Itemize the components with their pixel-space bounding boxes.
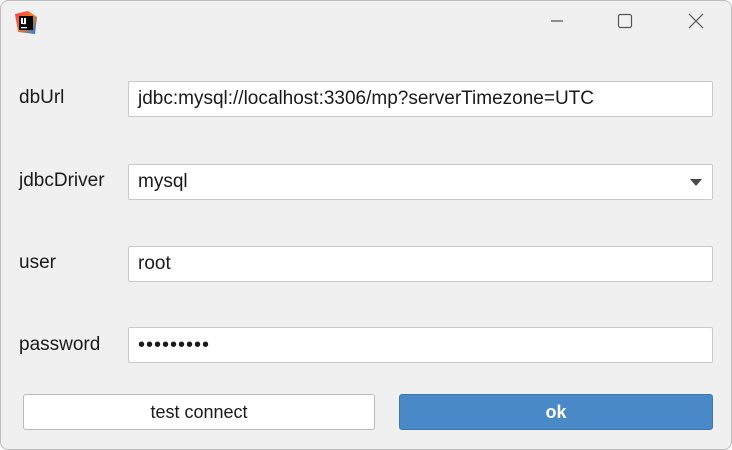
minimize-button[interactable] <box>534 5 580 41</box>
jdbc-driver-selected-value: mysql <box>138 171 188 192</box>
chevron-down-icon[interactable] <box>690 179 702 186</box>
title-bar <box>1 1 731 47</box>
minimize-icon <box>550 14 564 33</box>
jdbc-driver-select[interactable]: mysql <box>128 164 713 200</box>
user-label: user <box>19 252 56 273</box>
password-input[interactable]: ••••••••• <box>128 327 713 363</box>
password-label: password <box>19 334 101 355</box>
user-value: root <box>138 253 171 274</box>
close-icon <box>688 13 704 34</box>
password-masked-value: ••••••••• <box>138 334 211 356</box>
db-url-input[interactable]: jdbc:mysql://localhost:3306/mp?serverTim… <box>128 81 713 117</box>
user-input[interactable]: root <box>128 246 713 282</box>
maximize-icon <box>617 13 633 34</box>
close-button[interactable] <box>673 5 719 41</box>
connection-dialog: dbUrl jdbc:mysql://localhost:3306/mp?ser… <box>0 0 732 450</box>
db-url-label: dbUrl <box>19 87 65 108</box>
jdbc-driver-label: jdbcDriver <box>19 170 105 191</box>
ok-button[interactable]: ok <box>399 394 713 430</box>
db-url-value: jdbc:mysql://localhost:3306/mp?serverTim… <box>138 88 595 109</box>
maximize-button[interactable] <box>602 5 648 41</box>
intellij-idea-icon <box>14 11 38 35</box>
test-connect-button[interactable]: test connect <box>23 394 375 430</box>
